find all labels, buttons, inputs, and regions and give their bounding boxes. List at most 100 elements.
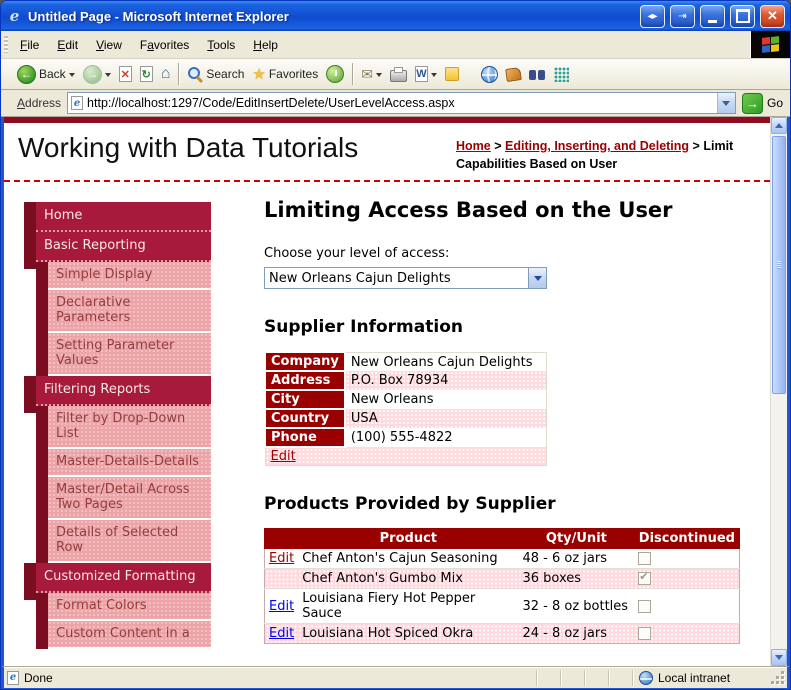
discontinued-checkbox[interactable] (638, 552, 652, 566)
scroll-down-button[interactable] (771, 649, 787, 666)
sidebar-item-home[interactable]: Home (24, 202, 211, 240)
address-field[interactable]: e http://localhost:1297/Code/EditInsertD… (67, 92, 736, 114)
window-title: Untitled Page - Microsoft Internet Explo… (28, 8, 289, 24)
vertical-scrollbar[interactable] (770, 117, 787, 666)
sidebar-item-master-detail-across-two-pages[interactable]: Master/Detail Across Two Pages (36, 477, 211, 521)
sidebar-item-simple-display[interactable]: Simple Display (36, 262, 211, 291)
product-edit-link[interactable]: Edit (269, 626, 294, 641)
edit-with-word-button[interactable]: W (411, 64, 441, 84)
print-button[interactable] (386, 65, 411, 84)
menu-item-tools[interactable]: Tools (198, 31, 244, 58)
access-level-select[interactable]: New Orleans Cajun Delights (264, 267, 547, 290)
word-dropdown-icon (430, 73, 437, 80)
back-button[interactable]: ← Back (13, 63, 79, 86)
back-dropdown-icon (68, 73, 75, 80)
stop-button[interactable]: ✕ (115, 64, 136, 84)
access-level-selected-value: New Orleans Cajun Delights (269, 270, 451, 286)
switch-window-button[interactable]: ◂▸ (640, 4, 665, 28)
product-name: Chef Anton's Cajun Seasoning (298, 548, 519, 569)
sidebar-item-filter-by-drop-down-list[interactable]: Filter by Drop-Down List (36, 406, 211, 450)
discontinued-checkbox[interactable]: ✔ (638, 570, 652, 586)
supplier-field-label: Phone (264, 427, 346, 449)
msn-button[interactable] (477, 64, 502, 85)
product-edit-link[interactable]: Edit (269, 599, 294, 614)
products-column-header: Product (297, 528, 519, 550)
product-row: Edit Chef Anton's Cajun Seasoning 48 - 6 o… (264, 548, 740, 569)
status-pane (560, 669, 584, 686)
security-zone: Local intranet (632, 669, 766, 686)
product-qty: 48 - 6 oz jars (518, 548, 635, 569)
sidebar-item-setting-parameter-values[interactable]: Setting Parameter Values (36, 333, 211, 377)
forward-button[interactable]: → (79, 63, 115, 86)
select-dropdown-icon[interactable] (528, 268, 546, 289)
discontinued-checkbox[interactable] (638, 599, 652, 613)
minimize-button[interactable] (700, 4, 725, 28)
product-name: Chef Anton's Gumbo Mix (298, 568, 519, 589)
history-button[interactable] (322, 63, 348, 85)
research-button[interactable] (525, 65, 550, 83)
detach-window-button[interactable]: ⇥ (670, 4, 695, 28)
sidebar-item-filtering-reports[interactable]: Filtering Reports (24, 376, 211, 414)
address-url[interactable]: http://localhost:1297/Code/EditInsertDel… (87, 96, 713, 110)
product-name: Louisiana Fiery Hot Pepper Sauce (298, 588, 519, 624)
breadcrumb: Home > Editing, Inserting, and Deleting … (456, 132, 756, 173)
menu-item-edit[interactable]: Edit (48, 31, 87, 58)
sidebar-item-details-of-selected-row[interactable]: Details of Selected Row (36, 520, 211, 564)
mail-button[interactable]: ✉ (357, 64, 386, 85)
go-group[interactable]: → Go (741, 92, 783, 114)
maximize-button[interactable] (730, 4, 755, 28)
home-button[interactable]: ⌂ (157, 63, 175, 85)
menu-item-favorites[interactable]: Favorites (131, 31, 198, 58)
product-name: Louisiana Hot Spiced Okra (298, 623, 519, 644)
address-label: Address (17, 96, 62, 110)
word-icon: W (414, 66, 428, 82)
go-icon[interactable]: → (741, 92, 763, 114)
sidebar-item-master-details-details[interactable]: Master-Details-Details (36, 449, 211, 478)
supplier-row: Phone (100) 555-4822 (264, 427, 547, 449)
supplier-field-value: USA (344, 409, 547, 429)
product-qty: 36 boxes (518, 568, 635, 589)
windows-flag-icon (762, 36, 779, 53)
resize-grip[interactable] (770, 670, 784, 685)
launch-button[interactable] (502, 66, 525, 83)
discuss-button[interactable] (441, 65, 463, 83)
sidebar-item-basic-reporting[interactable]: Basic Reporting (24, 232, 211, 270)
breadcrumb-link-home[interactable]: Home (456, 139, 491, 153)
menu-item-help[interactable]: Help (244, 31, 287, 58)
sidebar-item-declarative-parameters[interactable]: Declarative Parameters (36, 290, 211, 334)
address-dropdown-button[interactable] (716, 93, 735, 113)
scroll-up-button[interactable] (771, 117, 787, 134)
close-button[interactable]: ✕ (760, 4, 785, 28)
toolbar-separator (178, 63, 180, 85)
address-bar: Address e http://localhost:1297/Code/Edi… (1, 90, 790, 117)
search-button[interactable]: Search (183, 64, 248, 84)
supplier-row: Country USA (264, 408, 547, 430)
breadcrumb-link-section[interactable]: Editing, Inserting, and Deleting (505, 139, 689, 153)
products-column-header (264, 528, 299, 550)
menu-item-file[interactable]: File (11, 31, 48, 58)
browser-viewport: Working with Data Tutorials Home > Editi… (1, 117, 790, 666)
discontinued-checkbox[interactable] (638, 627, 652, 641)
status-pane (536, 669, 560, 686)
supplier-edit-link[interactable]: Edit (271, 449, 296, 464)
products-table: Product Qty/Unit Discontinued Edit Chef Ant… (264, 528, 741, 645)
product-edit-link[interactable]: Edit (269, 551, 294, 566)
search-label: Search (206, 67, 245, 81)
scrollbar-thumb[interactable] (772, 136, 786, 394)
sidebar-item-format-colors[interactable]: Format Colors (36, 593, 211, 622)
refresh-button[interactable]: ↻ (136, 64, 157, 84)
menu-item-view[interactable]: View (87, 31, 131, 58)
intranet-globe-icon (639, 670, 653, 685)
favorites-button[interactable]: ★ Favorites (248, 63, 322, 85)
supplier-field-label: City (264, 389, 346, 411)
scrollbar-track[interactable] (771, 396, 787, 649)
globe-icon (480, 65, 498, 83)
status-pane (584, 669, 608, 686)
sidebar-item-customized-formatting[interactable]: Customized Formatting (24, 563, 211, 601)
menu-grip[interactable] (4, 36, 8, 53)
sidebar-item-custom-content-in-a[interactable]: Custom Content in a (36, 621, 211, 650)
checkmark-icon: ✔ (639, 570, 649, 584)
title-bar[interactable]: e Untitled Page - Microsoft Internet Exp… (1, 1, 790, 31)
home-icon: ⌂ (160, 65, 171, 82)
messenger-button[interactable] (550, 65, 573, 84)
